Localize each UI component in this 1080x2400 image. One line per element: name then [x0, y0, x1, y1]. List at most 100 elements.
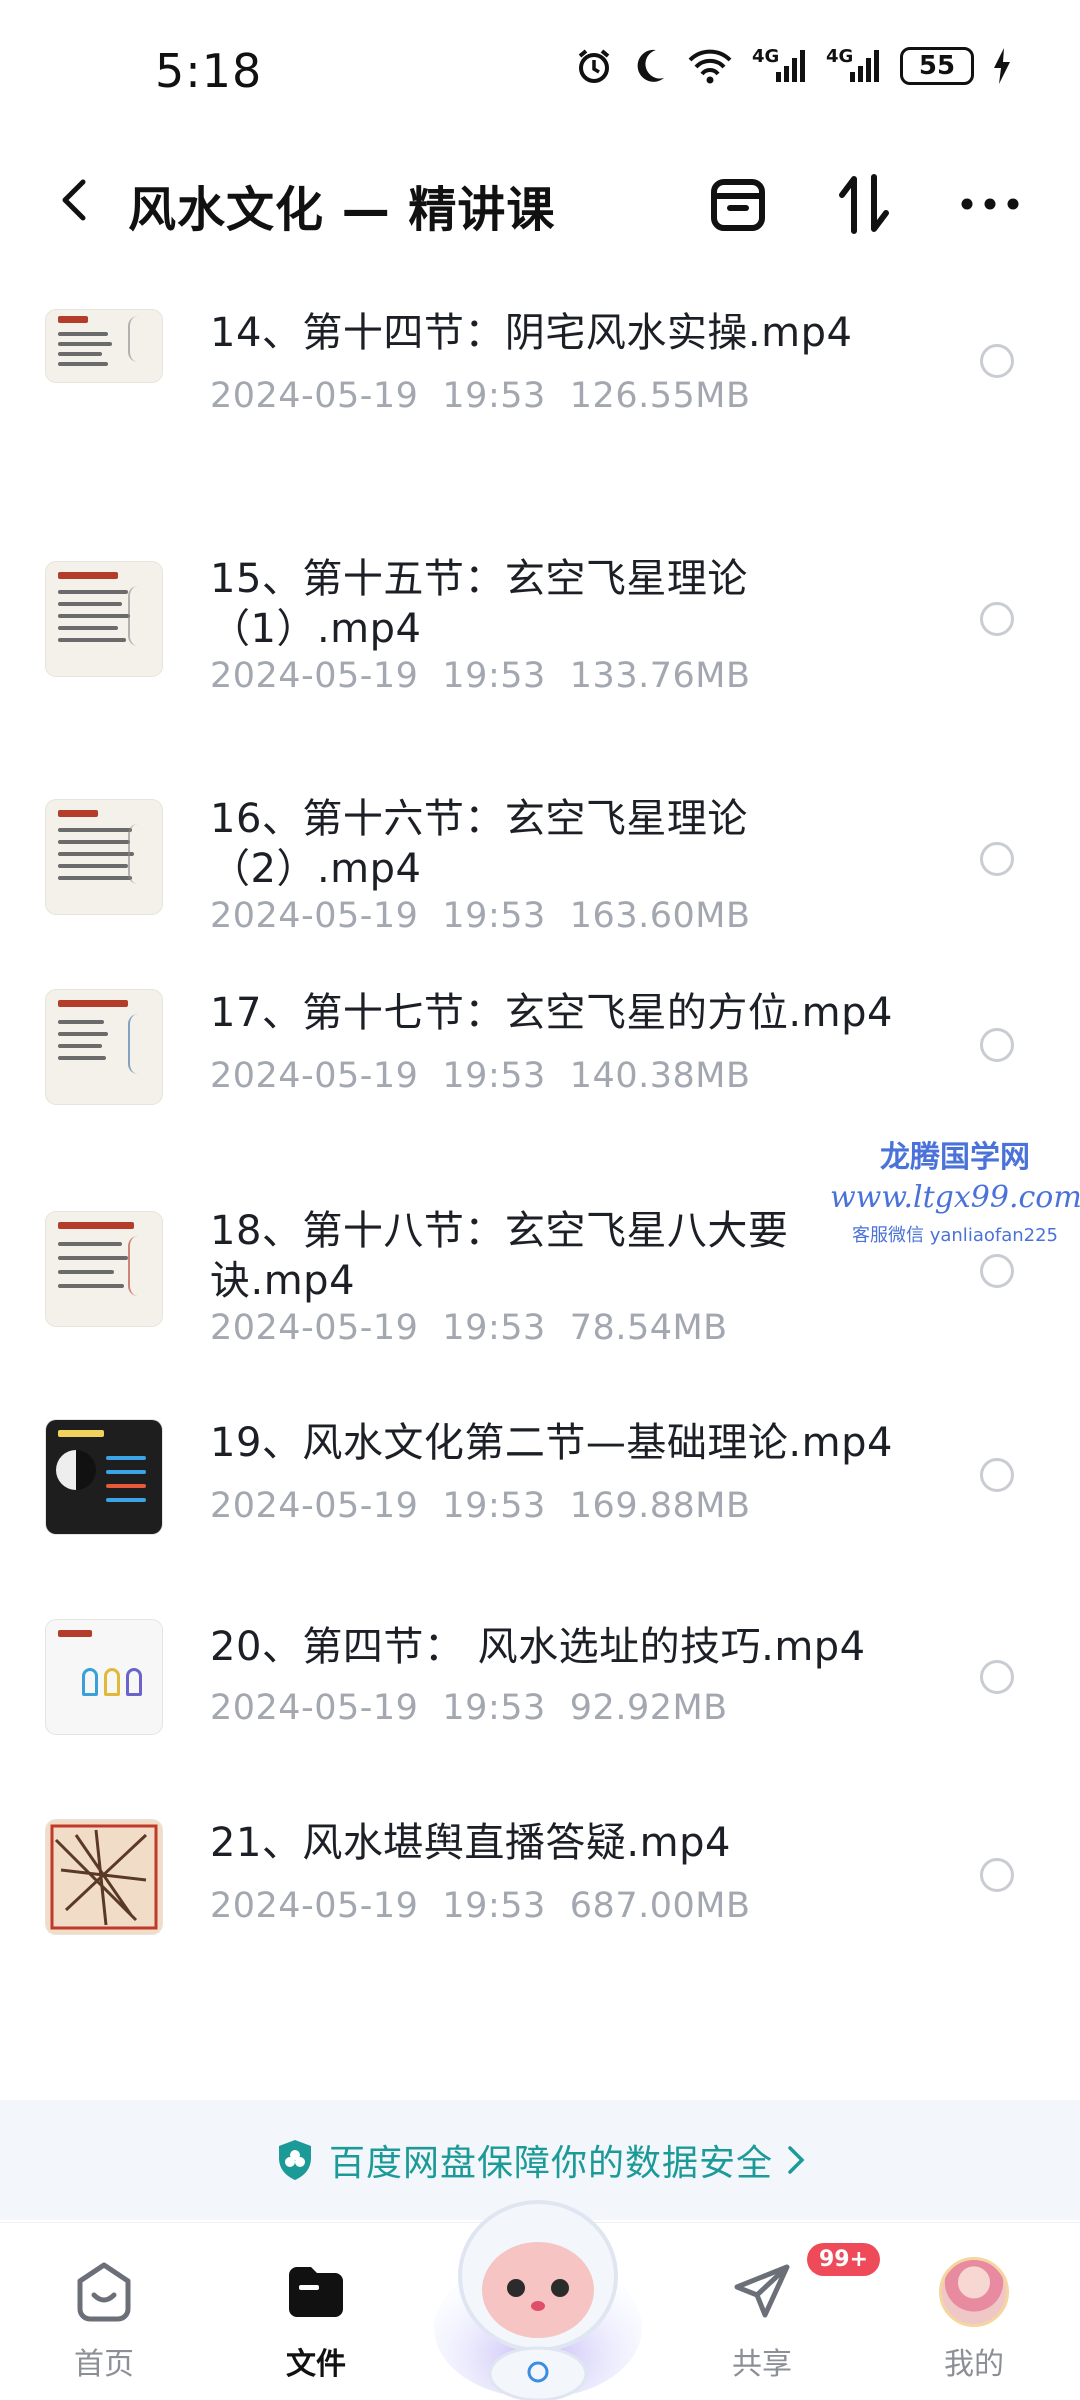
file-meta: 2024-05-19 19:53 163.60MB: [210, 896, 774, 936]
file-size: 78.54MB: [569, 1308, 728, 1348]
file-name[interactable]: 16、第十六节：玄空飞星理论（2）.mp4: [210, 794, 770, 894]
home-icon: [77, 2262, 131, 2322]
folder-icon: [289, 2267, 343, 2317]
watermark-title: 龙腾国学网: [880, 1140, 1030, 1175]
watermark-url: www.ltgx99.com: [830, 1180, 1080, 1215]
nav-home[interactable]: 首页: [34, 2257, 174, 2383]
file-date: 2024-05-19: [210, 1486, 419, 1526]
wifi-icon: [688, 49, 732, 84]
file-size: 140.38MB: [569, 1056, 751, 1096]
select-checkbox[interactable]: [980, 1858, 1014, 1892]
file-time: 19:53: [442, 1886, 546, 1926]
file-name[interactable]: 14、第十四节：阴宅风水实操.mp4: [210, 308, 930, 358]
select-checkbox[interactable]: [980, 1458, 1014, 1492]
select-checkbox[interactable]: [980, 1660, 1014, 1694]
nav-files[interactable]: 文件: [246, 2257, 386, 2383]
file-meta: 2024-05-19 19:53 169.88MB: [210, 1486, 774, 1526]
signal-1: 4G: [752, 46, 808, 86]
file-size: 163.60MB: [569, 896, 751, 936]
signal-2: 4G: [826, 46, 882, 86]
file-meta: 2024-05-19 19:53 133.76MB: [210, 656, 774, 696]
file-time: 19:53: [442, 1486, 546, 1526]
moon-icon: [637, 49, 664, 82]
file-time: 19:53: [442, 376, 546, 416]
more-button[interactable]: [958, 172, 1022, 236]
file-date: 2024-05-19: [210, 1308, 419, 1348]
file-date: 2024-05-19: [210, 1688, 419, 1728]
network-type-1: 4G: [752, 46, 780, 67]
sort-icon: [839, 174, 889, 234]
status-bar: 5:18 4G 4G 55: [0, 0, 1080, 140]
file-row[interactable]: 16、第十六节：玄空飞星理论（2）.mp4 2024-05-19 19:53 163…: [0, 750, 1080, 960]
nav-mine[interactable]: 我的: [904, 2257, 1044, 2383]
file-size: 126.55MB: [569, 376, 751, 416]
status-icons: 4G 4G 55: [574, 46, 1012, 86]
file-date: 2024-05-19: [210, 656, 419, 696]
paper-plane-icon: [734, 2264, 790, 2318]
select-checkbox[interactable]: [980, 1028, 1014, 1062]
file-date: 2024-05-19: [210, 1886, 419, 1926]
file-size: 133.76MB: [569, 656, 751, 696]
file-name[interactable]: 15、第十五节：玄空飞星理论（1）.mp4: [210, 554, 770, 654]
file-meta: 2024-05-19 19:53 140.38MB: [210, 1056, 774, 1096]
select-checkbox[interactable]: [980, 602, 1014, 636]
back-button[interactable]: [46, 172, 102, 228]
file-date: 2024-05-19: [210, 1056, 419, 1096]
file-meta: 2024-05-19 19:53 92.92MB: [210, 1688, 752, 1728]
nav-home-label: 首页: [74, 2347, 134, 2382]
file-size: 687.00MB: [569, 1886, 751, 1926]
nav-share[interactable]: 99+ 共享: [692, 2243, 881, 2383]
map-lines-icon: [50, 1824, 158, 1930]
chevron-right-icon: [788, 2146, 805, 2174]
astronaut-mascot-icon: [434, 2200, 642, 2400]
file-row[interactable]: 19、风水文化第二节—基础理论.mp4 2024-05-19 19:53 169.8…: [0, 1420, 1080, 1590]
battery-indicator: 55: [900, 47, 974, 85]
share-badge: 99+: [807, 2243, 881, 2276]
file-name[interactable]: 21、风水堪舆直播答疑.mp4: [210, 1818, 930, 1868]
file-date: 2024-05-19: [210, 376, 419, 416]
video-thumbnail: [46, 1212, 162, 1326]
file-row[interactable]: 21、风水堪舆直播答疑.mp4 2024-05-19 19:53 687.00MB: [0, 1820, 1080, 1990]
avatar: [939, 2257, 1009, 2327]
top-bar: 风水文化 — 精讲课: [0, 150, 1080, 250]
nav-mine-label: 我的: [944, 2347, 1004, 2382]
video-thumbnail: [46, 990, 162, 1104]
more-icon: [961, 198, 1019, 210]
select-checkbox[interactable]: [980, 344, 1014, 378]
video-thumbnail: [46, 800, 162, 914]
status-time: 5:18: [155, 44, 263, 98]
file-size: 169.88MB: [569, 1486, 751, 1526]
file-row[interactable]: 15、第十五节：玄空飞星理论（1）.mp4 2024-05-19 19:53 133…: [0, 510, 1080, 720]
file-date: 2024-05-19: [210, 896, 419, 936]
file-meta: 2024-05-19 19:53 687.00MB: [210, 1886, 774, 1926]
watermark: 龙腾国学网 www.ltgx99.com 客服微信 yanliaofan225: [830, 1132, 1080, 1247]
shield-icon: [278, 2140, 311, 2180]
file-name[interactable]: 20、第四节： 风水选址的技巧.mp4: [210, 1622, 930, 1672]
file-time: 19:53: [442, 1308, 546, 1348]
archive-button[interactable]: [706, 172, 770, 236]
file-name[interactable]: 18、第十八节：玄空飞星八大要诀.mp4: [210, 1206, 790, 1306]
watermark-contact: 客服微信 yanliaofan225: [852, 1225, 1058, 1246]
archive-icon: [711, 179, 765, 231]
file-row[interactable]: 14、第十四节：阴宅风水实操.mp4 2024-05-19 19:53 126.55…: [0, 280, 1080, 450]
file-name[interactable]: 17、第十七节：玄空飞星的方位.mp4: [210, 988, 930, 1038]
file-time: 19:53: [442, 1056, 546, 1096]
file-meta: 2024-05-19 19:53 126.55MB: [210, 376, 774, 416]
nav-share-label: 共享: [732, 2347, 792, 2382]
file-size: 92.92MB: [569, 1688, 728, 1728]
video-thumbnail: [46, 562, 162, 676]
select-checkbox[interactable]: [980, 842, 1014, 876]
select-checkbox[interactable]: [980, 1254, 1014, 1288]
assistant-mascot-button[interactable]: [428, 2178, 648, 2400]
chevron-left-icon: [62, 179, 86, 221]
file-time: 19:53: [442, 896, 546, 936]
network-type-2: 4G: [826, 46, 854, 67]
file-row[interactable]: 20、第四节： 风水选址的技巧.mp4 2024-05-19 19:53 92.92…: [0, 1620, 1080, 1790]
video-thumbnail: [46, 1820, 162, 1934]
video-thumbnail: [46, 1420, 162, 1534]
page-title: 风水文化 — 精讲课: [128, 182, 556, 238]
file-name[interactable]: 19、风水文化第二节—基础理论.mp4: [210, 1418, 930, 1468]
sort-button[interactable]: [832, 172, 896, 236]
file-row[interactable]: 17、第十七节：玄空飞星的方位.mp4 2024-05-19 19:53 140.3…: [0, 980, 1080, 1150]
video-thumbnail: [46, 310, 162, 382]
